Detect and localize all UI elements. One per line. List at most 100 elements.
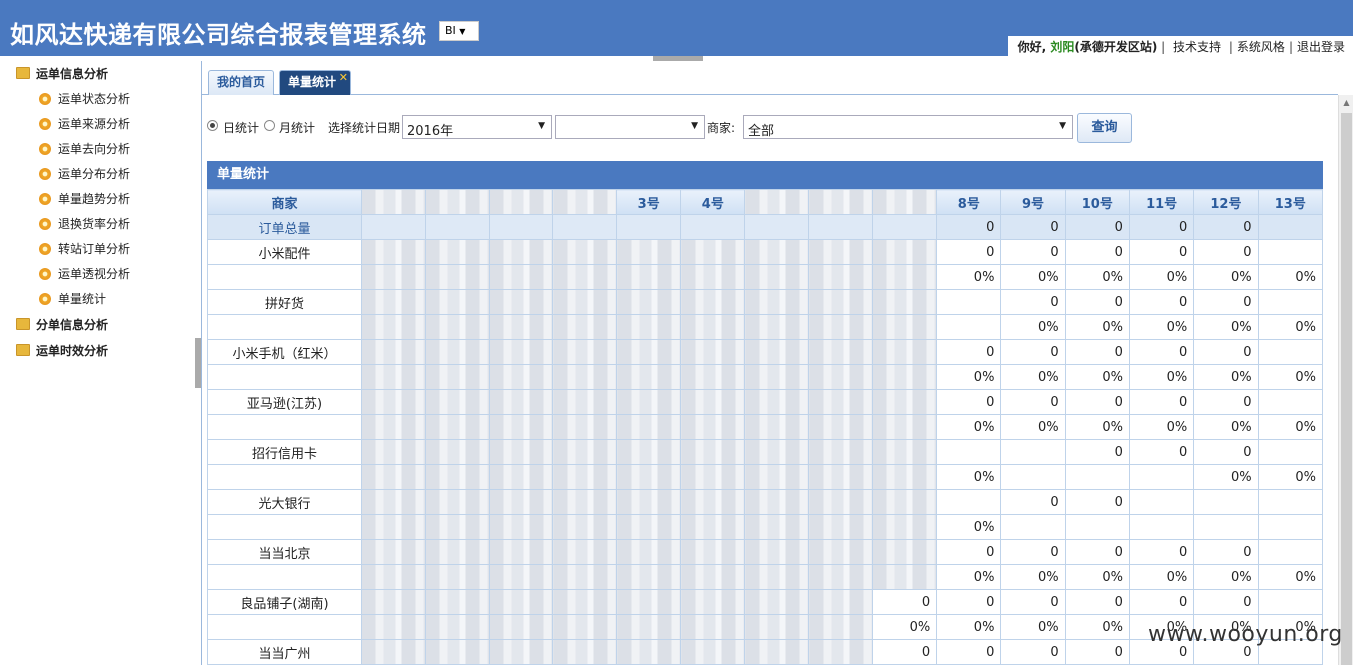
sidebar-item[interactable]: 运单来源分析 [0, 112, 195, 137]
chevron-down-icon: ▼ [459, 27, 466, 36]
value-cell [680, 214, 746, 240]
value-cell: 0% [1128, 314, 1195, 340]
sidebar-item[interactable]: 运单状态分析 [0, 87, 195, 112]
column-header-day: 11号 [1128, 189, 1195, 215]
value-cell [808, 239, 873, 265]
sidebar-item[interactable]: 退换货率分析 [0, 212, 195, 237]
value-cell [744, 289, 810, 315]
value-cell [680, 364, 746, 390]
sidebar-item-label: 运单去向分析 [58, 142, 131, 156]
year-select[interactable]: 2016年 ▼ [402, 115, 552, 139]
logout-link[interactable]: 退出登录 [1293, 40, 1349, 54]
tech-support-link[interactable]: 技术支持 [1169, 40, 1225, 54]
close-icon[interactable]: ✕ [339, 66, 348, 89]
scroll-up-icon[interactable]: ▲ [1339, 95, 1353, 110]
value-cell [360, 614, 426, 640]
sidebar-item-label: 运单来源分析 [58, 117, 131, 131]
value-cell [488, 364, 554, 390]
value-cell [616, 214, 682, 240]
sidebar-item[interactable]: 运单分布分析 [0, 162, 195, 187]
value-cell [808, 589, 873, 615]
value-cell: 0% [936, 464, 1002, 490]
value-cell [744, 564, 810, 590]
sidebar-item[interactable]: 转站订单分析 [0, 237, 195, 262]
value-cell [552, 614, 618, 640]
column-header-day: 12号 [1193, 189, 1259, 215]
value-cell [552, 589, 618, 615]
value-cell [1257, 289, 1323, 315]
value-cell: 0% [1064, 564, 1130, 590]
query-button[interactable]: 查询 [1077, 113, 1132, 143]
sidebar-item[interactable]: 运单透视分析 [0, 262, 195, 287]
sidebar-group[interactable]: 分单信息分析 [0, 312, 195, 338]
chevron-down-icon: ▼ [538, 121, 545, 131]
value-cell [1257, 239, 1323, 265]
value-cell [488, 389, 554, 415]
table-row: 0% 0% 0% 0% 0% 0% [207, 364, 1323, 390]
sidebar-item[interactable]: 单量趋势分析 [0, 187, 195, 212]
sidebar-item-label: 转站订单分析 [58, 242, 131, 256]
value-cell [616, 364, 682, 390]
value-cell: 0 [1128, 589, 1195, 615]
value-cell: 0% [936, 364, 1002, 390]
vertical-scrollbar[interactable]: ▲ [1338, 95, 1353, 665]
value-cell [744, 539, 810, 565]
gear-icon [39, 118, 51, 130]
value-cell [680, 439, 746, 465]
monthly-label: 月统计 [279, 121, 316, 135]
table-row: 0% [207, 514, 1323, 540]
main-content: 我的首页 单量统计 ✕ 日统计 月统计 选择统计日期 2016年 ▼ ▼ 商家:… [202, 61, 1353, 665]
value-cell [871, 314, 938, 340]
column-header-day [360, 189, 426, 215]
tab-order-stats[interactable]: 单量统计 ✕ [279, 70, 352, 95]
filter-bar: 日统计 月统计 选择统计日期 2016年 ▼ ▼ 商家: 全部 ▼ 查询 [207, 113, 1337, 143]
value-cell [744, 264, 810, 290]
value-cell: 0 [1064, 289, 1130, 315]
value-cell [552, 489, 618, 515]
value-cell: 0 [1193, 214, 1259, 240]
value-cell [616, 289, 682, 315]
table-row: 亚马逊(江苏) 0 0 0 0 0 [207, 389, 1323, 415]
gear-icon [39, 268, 51, 280]
value-cell: 0 [1000, 589, 1066, 615]
bi-select[interactable]: BI ▼ [439, 21, 479, 41]
value-cell [1257, 539, 1323, 565]
value-cell [552, 289, 618, 315]
sidebar-item[interactable]: 运单去向分析 [0, 137, 195, 162]
scroll-thumb[interactable] [1341, 113, 1352, 665]
month-select[interactable]: ▼ [555, 115, 705, 139]
system-style-link[interactable]: 系统风格 [1233, 40, 1289, 54]
value-cell [488, 564, 554, 590]
value-cell [424, 389, 490, 415]
value-cell: 0% [1000, 264, 1066, 290]
sidebar-group[interactable]: 运单信息分析 [0, 61, 195, 87]
value-cell: 0 [1000, 389, 1066, 415]
merchant-select[interactable]: 全部 ▼ [743, 115, 1073, 139]
value-cell [1257, 489, 1323, 515]
folder-icon [16, 67, 30, 79]
value-cell [680, 239, 746, 265]
column-header-day [552, 189, 618, 215]
table-row: 0% 0% 0% [207, 464, 1323, 490]
tab-home[interactable]: 我的首页 [208, 70, 275, 95]
sidebar-group[interactable]: 运单时效分析 [0, 338, 195, 364]
value-cell [1257, 389, 1323, 415]
value-cell [1128, 489, 1195, 515]
value-cell: 0% [1257, 564, 1323, 590]
value-cell [744, 639, 810, 665]
monthly-radio[interactable] [264, 120, 275, 131]
value-cell [552, 339, 618, 365]
column-header-day: 13号 [1257, 189, 1323, 215]
value-cell [680, 414, 746, 440]
value-cell: 0% [1000, 564, 1066, 590]
value-cell: 0% [1193, 264, 1259, 290]
column-header-day [871, 189, 938, 215]
value-cell [616, 414, 682, 440]
value-cell [744, 214, 810, 240]
value-cell [871, 514, 938, 540]
sidebar-item[interactable]: 单量统计 [0, 287, 195, 312]
value-cell [1128, 514, 1195, 540]
column-header-day [808, 189, 873, 215]
value-cell [552, 514, 618, 540]
daily-radio[interactable] [207, 120, 218, 131]
